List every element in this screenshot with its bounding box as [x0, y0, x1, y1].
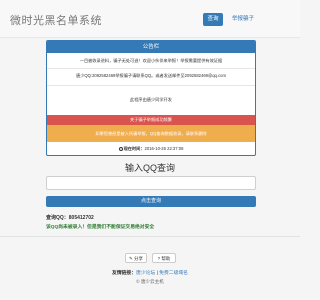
friend-links: 友情链接：唐少论坛 | 免费二级域名 [0, 269, 300, 276]
notice-line-3: 此程序由唐少同学开发 [130, 97, 172, 102]
help-button[interactable]: ? 帮助 [152, 253, 176, 263]
time-value: 2016-10-26 22:37:08 [144, 146, 184, 151]
result-message: 该QQ尚未被录入！但是我们不能保证交易绝对安全 [46, 225, 155, 230]
notice-divider [47, 85, 255, 86]
red-alert-bar: 关于骗子举报成功频繁 [47, 115, 255, 125]
query-title: 输入QQ查询 [124, 163, 175, 173]
query-submit-button[interactable]: 点击查询 [46, 196, 256, 207]
top-navbar: 微时光黑名单系统 查询 举报骗子 [0, 0, 300, 38]
time-label: 现在时间： [123, 146, 145, 151]
help-label: 帮助 [161, 256, 171, 261]
share-label: 分享 [134, 256, 144, 261]
share-icon: ✎ [128, 256, 133, 261]
site-brand[interactable]: 微时光黑名单系统 [10, 12, 102, 28]
notice-line-2: 唐少QQ:2092582469举报骗子请联系QQ。或者发送邮件至20925824… [76, 73, 226, 78]
result-qq-line: 查询QQ：805412702 [46, 215, 94, 221]
notice-panel-header: 公告栏 [47, 41, 255, 53]
section-divider [0, 236, 300, 237]
friend-link-separator: | [156, 271, 158, 276]
friend-link-2[interactable]: 免费二级域名 [159, 271, 188, 276]
orange-warning-bar: 如果您曾经是被人所骗举报，QQ查询数据收录，请联系删除 [47, 125, 255, 142]
notice-panel: 公告栏 一目被收录进料，骗子无处可逃！欢迎小伙伴来举报！举报需要提供有效证据 唐… [46, 40, 256, 156]
help-icon: ? [157, 256, 161, 261]
report-scammer-nav-link[interactable]: 举报骗子 [226, 13, 260, 26]
clock-icon [118, 146, 123, 151]
qq-search-input[interactable] [46, 176, 256, 190]
notice-line-1: 一目被收录进料，骗子无处可逃！欢迎小伙伴来举报！举报需要提供有效证据 [79, 58, 223, 63]
friend-links-label: 友情链接： [112, 271, 137, 276]
friend-link-1[interactable]: 唐少论坛 [136, 271, 155, 276]
notice-divider [47, 68, 255, 69]
query-nav-button[interactable]: 查询 [203, 13, 223, 26]
current-time-row: 现在时间：2016-10-26 22:37:08 [47, 143, 255, 155]
share-button[interactable]: ✎ 分享 [125, 253, 147, 263]
copyright: © 唐少云主机 [136, 279, 164, 284]
